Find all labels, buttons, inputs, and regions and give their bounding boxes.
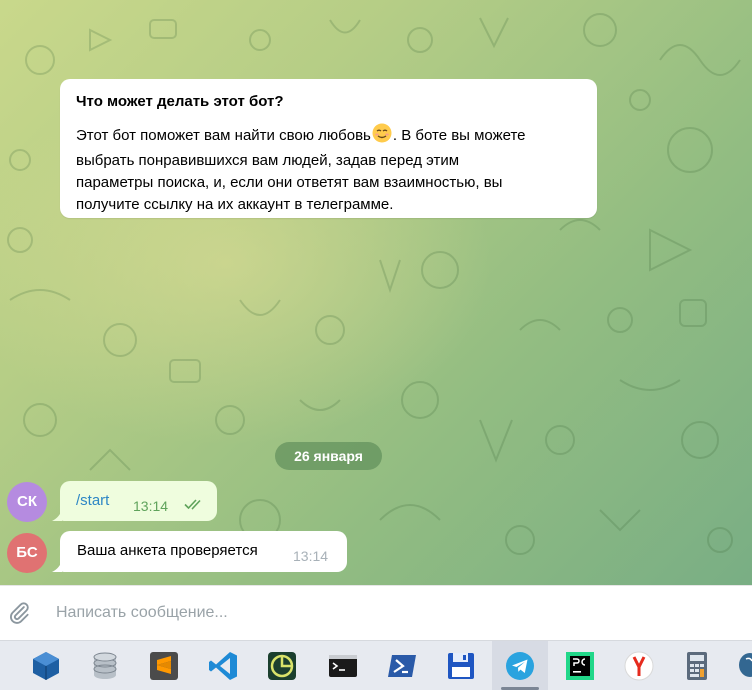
bot-info-line2: выбрать понравившихся вам людей, задав п… [76, 152, 460, 169]
date-separator: 26 января [275, 442, 382, 470]
virtualbox-icon[interactable] [29, 649, 63, 683]
telegram-icon[interactable] [503, 649, 537, 683]
message-composer [0, 585, 752, 640]
powershell-icon[interactable] [385, 649, 419, 683]
avatar[interactable]: БС [7, 533, 47, 573]
bot-info-description: Этот бот поможет вам найти свою любовь . … [76, 123, 581, 216]
chat-background: Что может делать этот бот? Этот бот помо… [0, 0, 752, 585]
sublime-text-icon[interactable] [147, 649, 181, 683]
paperclip-icon[interactable] [6, 600, 32, 631]
calculator-icon[interactable] [680, 649, 714, 683]
pycharm-icon[interactable] [563, 649, 597, 683]
terminal-icon[interactable] [326, 649, 360, 683]
taskbar [0, 640, 752, 690]
relieved-face-emoji-icon [372, 123, 392, 150]
save-app-icon[interactable] [444, 649, 478, 683]
message-time: 13:14 [133, 498, 169, 514]
app-icon[interactable] [265, 649, 299, 683]
bot-info-line1-end: . В боте вы можете [392, 127, 526, 144]
bot-info-line4: получите ссылку на их аккаунт в телеграм… [76, 196, 394, 213]
double-check-icon [184, 499, 201, 510]
bot-info-line1-start: Этот бот поможет вам найти свою любовь [76, 127, 371, 144]
database-icon[interactable] [88, 649, 122, 683]
bot-info-line3: параметры поиска, и, если они ответят ва… [76, 174, 503, 191]
message-text-command[interactable]: /start [76, 492, 109, 509]
message-time: 13:14 [293, 548, 329, 564]
bubble-tail [52, 509, 62, 521]
bot-info-card: Что может делать этот бот? Этот бот помо… [60, 79, 597, 218]
message-text: Ваша анкета проверяется [77, 542, 258, 559]
postgresql-icon[interactable] [736, 649, 752, 683]
bot-info-title: Что может делать этот бот? [76, 93, 284, 110]
message-input[interactable] [56, 602, 656, 624]
avatar[interactable]: СК [7, 482, 47, 522]
incoming-message[interactable]: Ваша анкета проверяется 13:14 [52, 531, 347, 572]
vscode-icon[interactable] [206, 649, 240, 683]
bubble-tail [52, 560, 62, 572]
yandex-browser-icon[interactable] [622, 649, 656, 683]
outgoing-message[interactable]: /start 13:14 [52, 481, 217, 521]
